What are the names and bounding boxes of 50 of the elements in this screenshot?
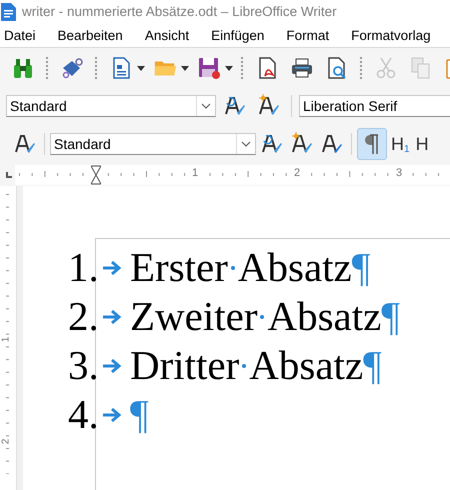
chevron-down-icon[interactable] — [201, 103, 211, 109]
pilcrow-icon — [364, 133, 380, 155]
list-number: 1. — [68, 243, 100, 291]
ruler-number: 2 — [293, 167, 302, 179]
paragraph-word: Erster — [130, 243, 228, 291]
list-number: 2. — [68, 292, 100, 340]
space-mark-icon — [230, 266, 235, 270]
paragraph-word: Zweiter — [130, 292, 258, 340]
printer-icon[interactable] — [290, 56, 314, 80]
tab-stop-icon[interactable] — [6, 172, 12, 178]
tab-arrow-icon — [102, 358, 122, 374]
indent-marker[interactable] — [91, 165, 101, 185]
paragraph-mark: ¶ — [130, 390, 149, 438]
window-title: writer - nummerierte Absätze.odt – LibreOffice Writer — [22, 4, 337, 19]
formatting-marks-button[interactable] — [357, 128, 387, 160]
menu-item[interactable]: Format — [282, 28, 330, 42]
paragraph-word: Absatz — [249, 341, 364, 389]
space-mark-icon — [260, 314, 264, 318]
heading-button[interactable]: H — [414, 134, 431, 154]
chevron-down-icon[interactable] — [241, 141, 251, 147]
menu-item[interactable]: Bearbeiten — [54, 28, 123, 42]
menu-item[interactable]: Datei — [0, 28, 36, 42]
paragraph-mark: ¶ — [352, 243, 370, 291]
character-style-icon[interactable] — [320, 132, 344, 156]
paragraph-word: Absatz — [238, 243, 352, 291]
stamp-icon[interactable] — [60, 56, 84, 80]
caret-icon[interactable] — [181, 66, 189, 70]
paragraph-style-box[interactable]: Standard — [6, 95, 216, 117]
paragraph-style-box[interactable]: Standard — [50, 133, 256, 155]
tab-arrow-icon — [102, 260, 122, 276]
binoculars-icon[interactable] — [11, 56, 35, 80]
list-number: 3. — [68, 341, 100, 389]
paragraph-mark: ¶ — [381, 292, 400, 340]
ruler-number: 3 — [395, 167, 404, 179]
paragraph-word: Absatz — [267, 292, 382, 340]
ruler-number: 1 — [191, 167, 200, 179]
list-number: 4. — [68, 390, 100, 438]
caret-icon[interactable] — [225, 66, 233, 70]
tab-arrow-icon — [102, 308, 122, 324]
paragraph-word: Dritter — [130, 341, 240, 389]
paragraph-mark: ¶ — [363, 341, 382, 389]
tab-arrow-icon — [102, 406, 122, 422]
ruler-number: 2 — [0, 438, 12, 444]
menu-item[interactable]: Formatvorlag — [347, 28, 431, 42]
ruler-number: 1 — [0, 336, 12, 342]
caret-icon[interactable] — [137, 66, 145, 70]
font-name-box[interactable]: Liberation Serif — [299, 95, 450, 117]
menu-item[interactable]: Einfügen — [207, 28, 264, 42]
menu-item[interactable]: Ansicht — [140, 28, 190, 42]
space-mark-icon — [242, 364, 246, 368]
